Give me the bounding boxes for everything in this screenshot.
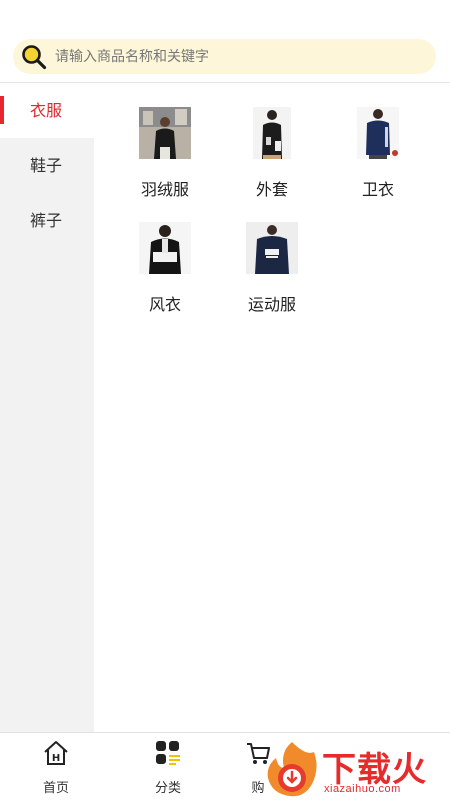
category-label: 风衣 <box>148 295 181 314</box>
sidebar-item-label: 裤子 <box>30 211 63 230</box>
down-jacket-thumbnail <box>139 107 191 159</box>
category-item-down-jacket[interactable]: 羽绒服 <box>110 107 220 200</box>
category-label: 羽绒服 <box>140 180 189 199</box>
category-label: 运动服 <box>247 295 296 314</box>
sidebar-item-label: 衣服 <box>30 101 63 120</box>
windbreaker-thumbnail <box>139 222 191 274</box>
watermark-logo: 下载火 xiazaihuo.com <box>262 738 450 800</box>
category-item-windbreaker[interactable]: 风衣 <box>110 222 220 315</box>
category-item-sportswear[interactable]: 运动服 <box>217 222 327 315</box>
sweatshirt-thumbnail <box>357 107 399 159</box>
svg-text:H: H <box>52 753 60 764</box>
tab-label: 首页 <box>42 781 69 796</box>
search-input[interactable] <box>55 43 425 70</box>
category-item-coat[interactable]: 外套 <box>217 107 327 200</box>
home-icon: H <box>44 741 68 765</box>
watermark-url: xiazaihuo.com <box>324 783 401 795</box>
category-item-sweatshirt[interactable]: 卫衣 <box>323 107 433 200</box>
sportswear-thumbnail <box>246 222 298 274</box>
category-label: 卫衣 <box>361 180 394 199</box>
search-bar[interactable] <box>13 39 436 74</box>
category-label: 外套 <box>255 180 288 199</box>
sidebar-item-label: 鞋子 <box>30 156 63 175</box>
tab-home[interactable]: H 首页 <box>0 739 112 796</box>
category-icon <box>156 741 180 765</box>
sidebar-item-clothes[interactable]: 衣服 <box>0 83 94 138</box>
search-header <box>0 0 450 83</box>
category-sidebar: 衣服 鞋子 裤子 <box>0 83 94 732</box>
tab-label: 分类 <box>154 781 181 796</box>
sidebar-item-shoes[interactable]: 鞋子 <box>0 138 94 193</box>
search-icon[interactable] <box>21 44 47 70</box>
active-indicator <box>0 96 4 124</box>
sidebar-item-pants[interactable]: 裤子 <box>0 193 94 248</box>
coat-thumbnail <box>253 107 291 159</box>
